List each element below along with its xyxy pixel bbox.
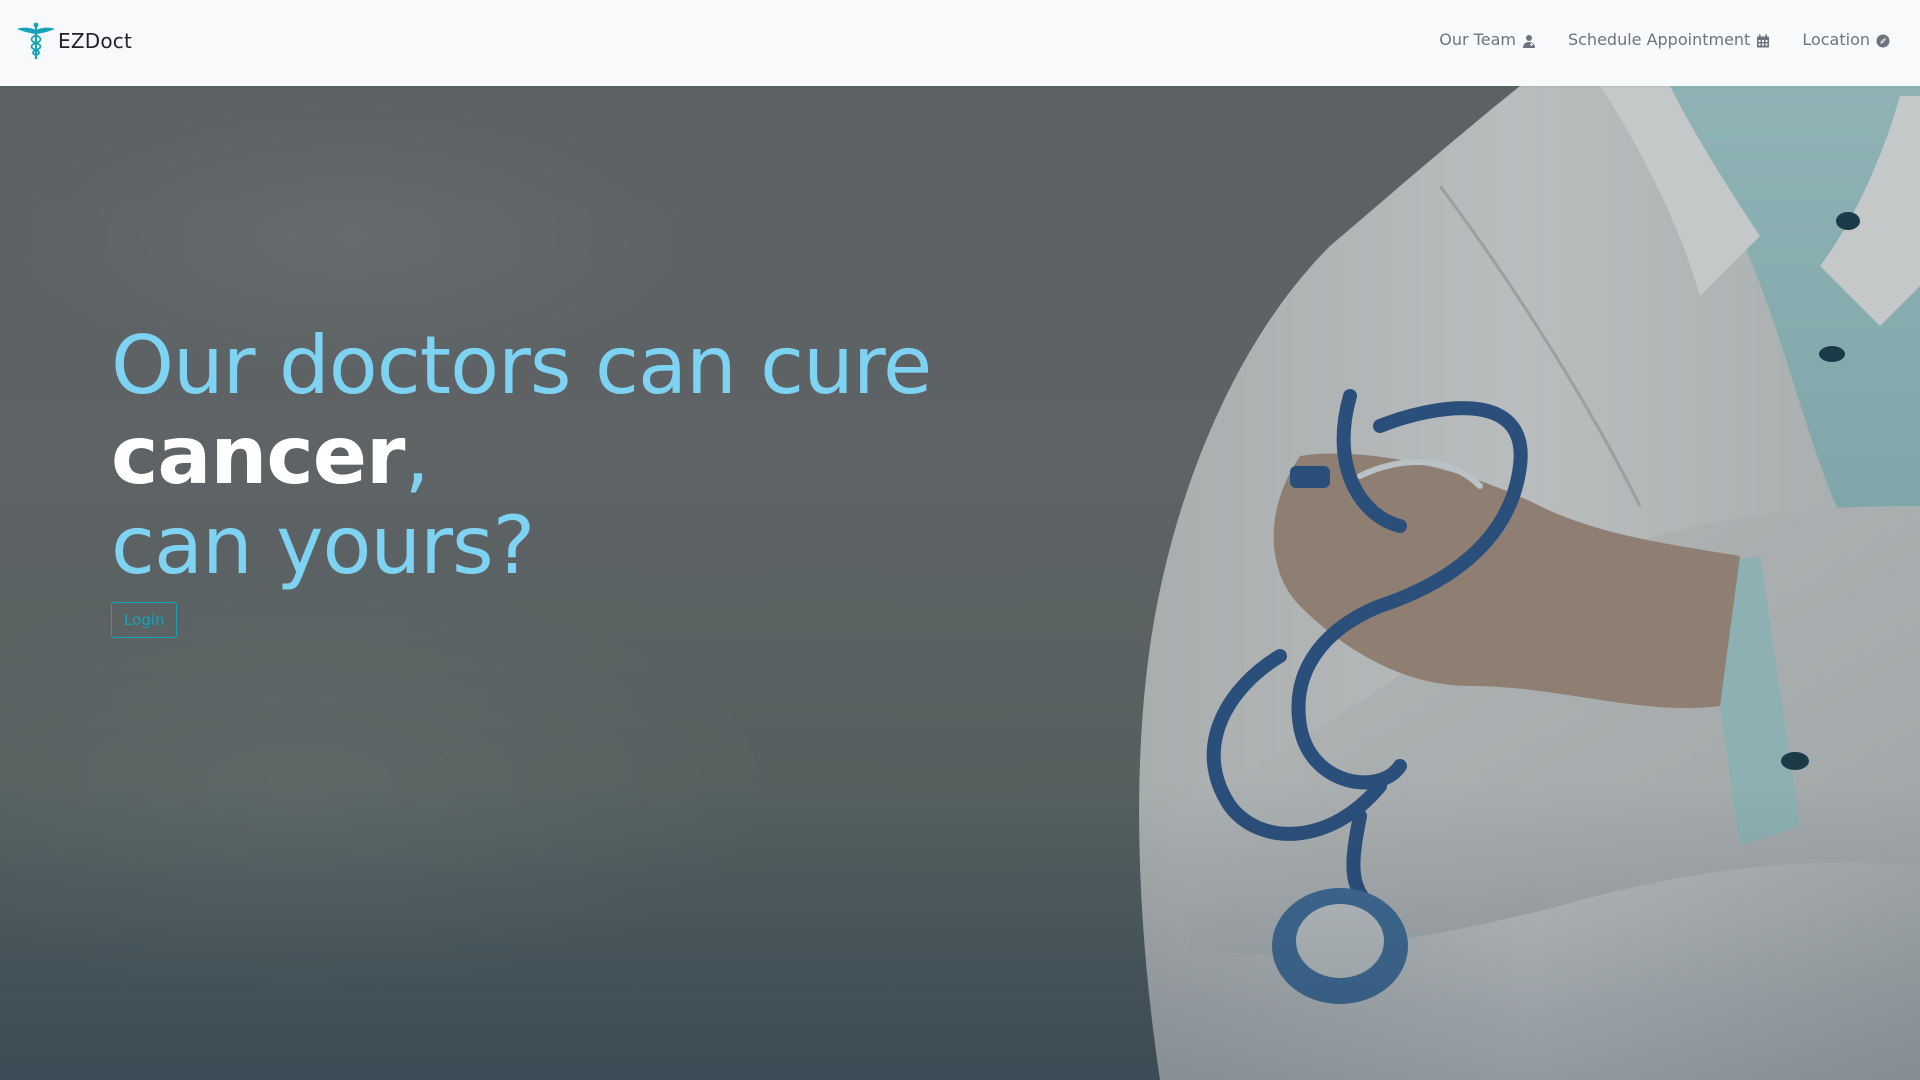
login-button[interactable]: Login bbox=[111, 602, 178, 638]
nav-our-team-label: Our Team bbox=[1439, 30, 1516, 49]
headline-line-2: cancer, bbox=[111, 416, 1111, 496]
calendar-icon bbox=[1756, 33, 1770, 47]
hero-headline: Our doctors can cure cancer, can yours? bbox=[111, 326, 1111, 586]
headline-line-1: Our doctors can cure bbox=[111, 319, 932, 412]
headline-emphasis: cancer bbox=[111, 409, 405, 502]
top-navbar: EZDoct Our Team Schedule Appointment Loc… bbox=[0, 0, 1920, 86]
main-nav: Our Team Schedule Appointment Location bbox=[1439, 30, 1890, 49]
user-doctor-icon bbox=[1522, 33, 1536, 48]
headline-line-3: can yours? bbox=[111, 499, 535, 592]
brand-link[interactable]: EZDoct bbox=[16, 20, 132, 62]
nav-location-label: Location bbox=[1802, 30, 1870, 49]
compass-icon bbox=[1876, 33, 1890, 47]
nav-location[interactable]: Location bbox=[1802, 30, 1890, 49]
nav-schedule-appointment[interactable]: Schedule Appointment bbox=[1568, 30, 1770, 49]
nav-our-team[interactable]: Our Team bbox=[1439, 30, 1536, 49]
caduceus-icon bbox=[16, 21, 56, 61]
headline-comma: , bbox=[404, 409, 430, 502]
hero-section: Our doctors can cure cancer, can yours? … bbox=[0, 86, 1920, 1080]
brand-name: EZDoct bbox=[58, 29, 133, 53]
nav-schedule-label: Schedule Appointment bbox=[1567, 30, 1751, 49]
